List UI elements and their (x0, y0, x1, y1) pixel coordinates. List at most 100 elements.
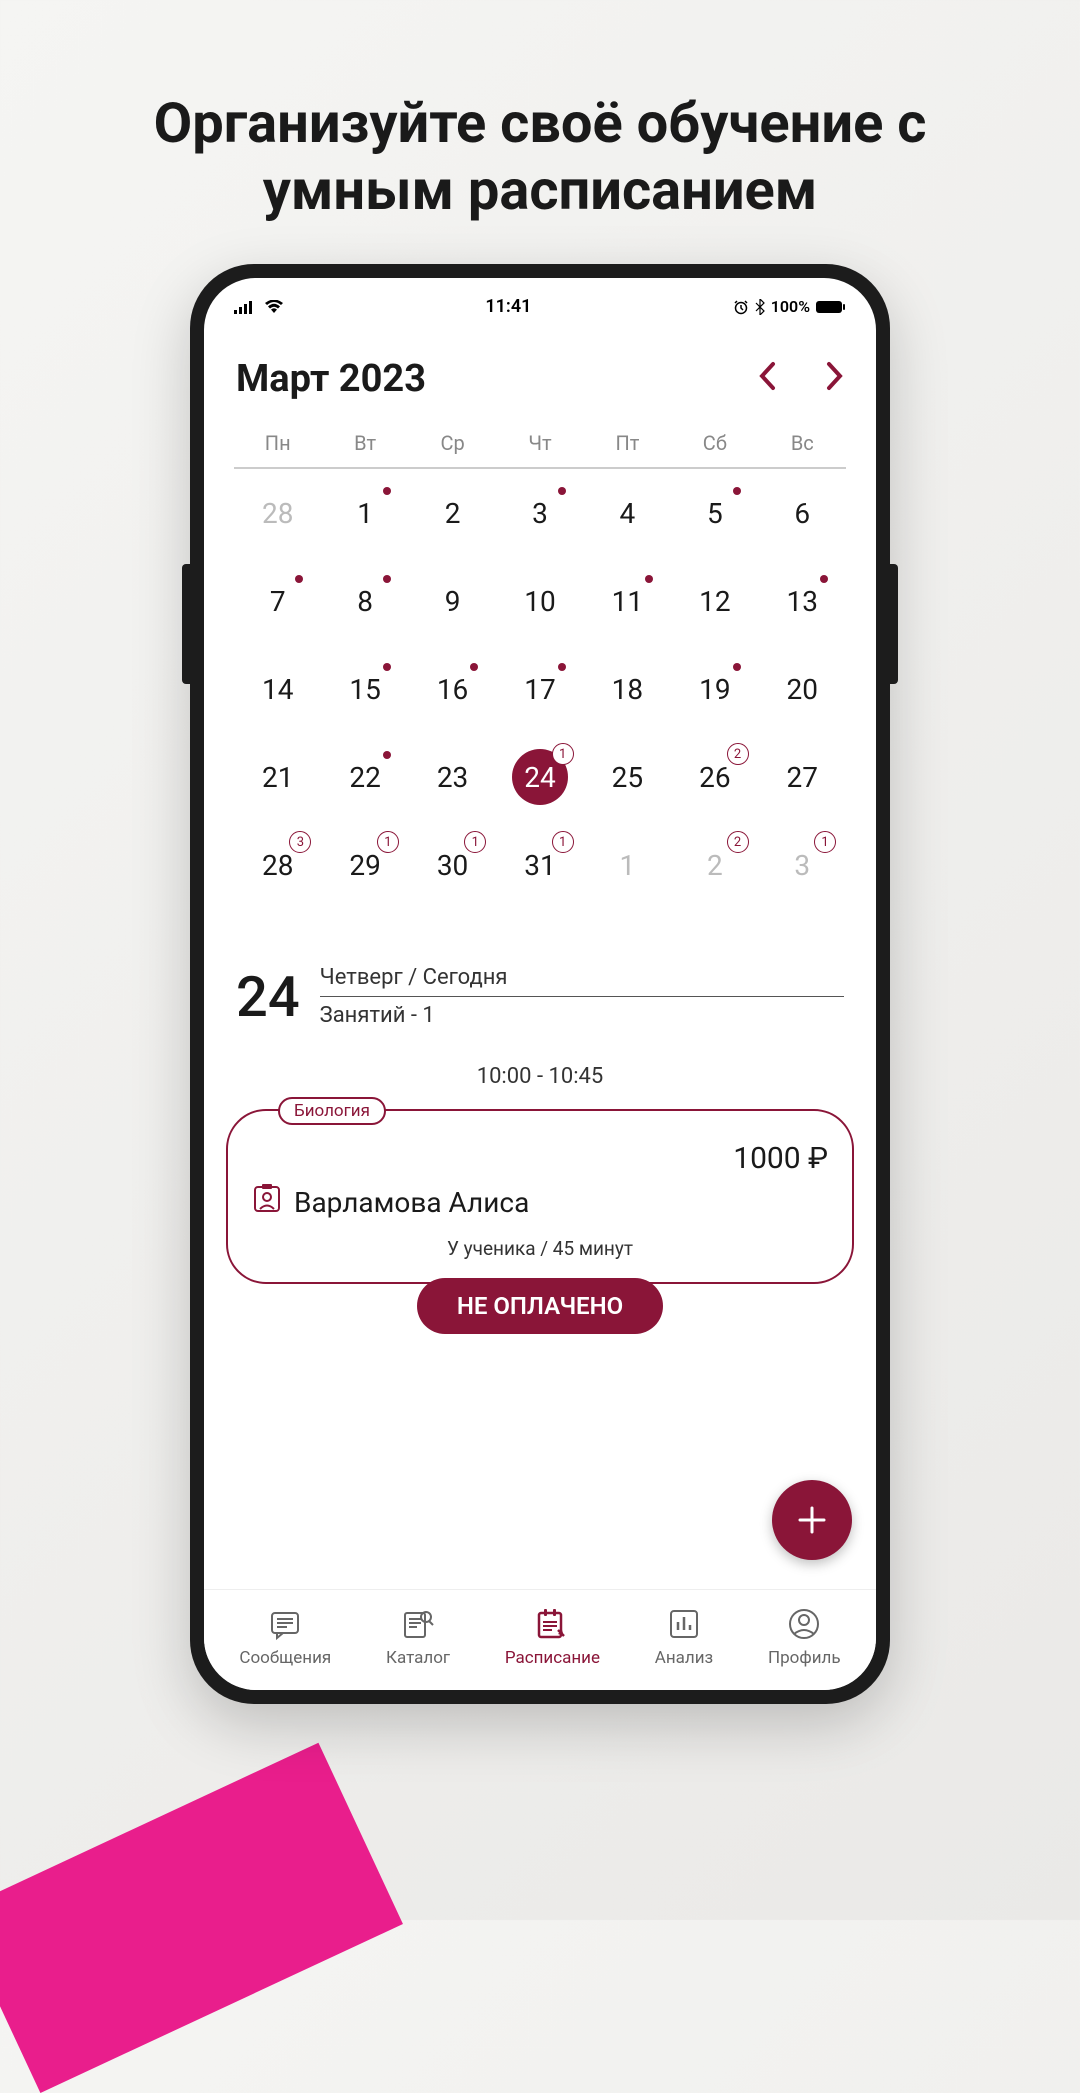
calendar-day[interactable]: 6 (759, 469, 846, 557)
subject-tag: Биология (278, 1097, 386, 1125)
event-count-badge: 2 (727, 831, 749, 853)
calendar-day[interactable]: 241 (496, 733, 583, 821)
weekday-label: Пн (234, 431, 321, 455)
calendar-day[interactable]: 17 (496, 645, 583, 733)
weekday-label: Пт (584, 431, 671, 455)
event-count-badge: 3 (289, 831, 311, 853)
calendar-day[interactable]: 18 (584, 645, 671, 733)
calendar-day[interactable]: 262 (671, 733, 758, 821)
calendar-day[interactable]: 9 (409, 557, 496, 645)
event-dot (733, 663, 741, 671)
weekday-label: Сб (671, 431, 758, 455)
calendar-day[interactable]: 2 (409, 469, 496, 557)
weekday-label: Вс (759, 431, 846, 455)
status-bar: 11:41 100% (204, 278, 876, 327)
profile-icon (786, 1606, 822, 1642)
event-dot (820, 575, 828, 583)
day-label: Четверг / Сегодня (320, 959, 844, 997)
month-title: Март 2023 (236, 357, 426, 401)
student-icon (252, 1184, 282, 1221)
lesson-price: 1000 ₽ (252, 1141, 828, 1176)
unpaid-button[interactable]: НЕ ОПЛАЧЕНО (417, 1278, 663, 1334)
phone-screen: 11:41 100% Март 2023 (204, 278, 876, 1690)
calendar-day[interactable]: 22 (671, 821, 758, 909)
calendar-day[interactable]: 4 (584, 469, 671, 557)
event-count-badge: 1 (814, 831, 836, 853)
weekday-label: Чт (496, 431, 583, 455)
calendar-day[interactable]: 3 (496, 469, 583, 557)
next-month-button[interactable] (826, 358, 844, 400)
weekday-label: Ср (409, 431, 496, 455)
calendar-day[interactable]: 1 (584, 821, 671, 909)
calendar-day[interactable]: 283 (234, 821, 321, 909)
calendar-day[interactable]: 19 (671, 645, 758, 733)
student-name: Варламова Алиса (294, 1186, 529, 1219)
battery-icon (816, 300, 846, 314)
calendar-day[interactable]: 7 (234, 557, 321, 645)
nav-catalog[interactable]: Каталог (386, 1606, 450, 1668)
nav-analysis[interactable]: Анализ (655, 1606, 713, 1668)
calendar-day[interactable]: 23 (409, 733, 496, 821)
calendar-day[interactable]: 28 (234, 469, 321, 557)
event-count-badge: 1 (377, 831, 399, 853)
calendar-day[interactable]: 8 (321, 557, 408, 645)
battery-percent: 100% (771, 297, 810, 316)
phone-frame: 11:41 100% Март 2023 (190, 264, 890, 1704)
calendar-day[interactable]: 25 (584, 733, 671, 821)
analysis-icon (666, 1606, 702, 1642)
calendar-day[interactable]: 20 (759, 645, 846, 733)
event-count-badge: 2 (727, 743, 749, 765)
calendar-day[interactable]: 1 (321, 469, 408, 557)
status-time: 11:41 (485, 296, 531, 317)
signal-icon (234, 300, 256, 314)
event-dot (733, 487, 741, 495)
calendar-day[interactable]: 12 (671, 557, 758, 645)
bluetooth-icon (755, 299, 765, 315)
event-dot (383, 575, 391, 583)
event-count-badge: 1 (464, 831, 486, 853)
wifi-icon (264, 300, 284, 314)
event-dot (383, 663, 391, 671)
calendar-day[interactable]: 15 (321, 645, 408, 733)
event-dot (558, 487, 566, 495)
calendar-day[interactable]: 311 (496, 821, 583, 909)
event-dot (470, 663, 478, 671)
event-count-badge: 1 (552, 743, 574, 765)
calendar-day[interactable]: 301 (409, 821, 496, 909)
add-button[interactable] (772, 1480, 852, 1560)
catalog-icon (400, 1606, 436, 1642)
event-count-badge: 1 (552, 831, 574, 853)
lesson-time: 10:00 - 10:45 (226, 1054, 854, 1099)
day-number: 24 (236, 964, 300, 1030)
event-dot (558, 663, 566, 671)
event-dot (383, 487, 391, 495)
event-dot (295, 575, 303, 583)
bottom-nav: Сообщения Каталог Расписание Анализ (204, 1589, 876, 1690)
day-detail: 24 Четверг / Сегодня Занятий - 1 (226, 929, 854, 1054)
prev-month-button[interactable] (758, 358, 776, 400)
calendar-day[interactable]: 291 (321, 821, 408, 909)
calendar-day[interactable]: 5 (671, 469, 758, 557)
lesson-meta: У ученика / 45 минут (252, 1237, 828, 1260)
schedule-icon (534, 1606, 570, 1642)
calendar-day[interactable]: 21 (234, 733, 321, 821)
nav-messages[interactable]: Сообщения (239, 1606, 331, 1668)
event-dot (645, 575, 653, 583)
weekday-label: Вт (321, 431, 408, 455)
lessons-count: Занятий - 1 (320, 997, 844, 1034)
background-accent (0, 1743, 403, 2093)
calendar-day[interactable]: 11 (584, 557, 671, 645)
calendar-day[interactable]: 22 (321, 733, 408, 821)
calendar-day[interactable]: 27 (759, 733, 846, 821)
calendar-day[interactable]: 13 (759, 557, 846, 645)
messages-icon (267, 1606, 303, 1642)
lesson-card[interactable]: Биология 1000 ₽ Варламова Алиса У ученик… (226, 1109, 854, 1284)
nav-profile[interactable]: Профиль (768, 1606, 841, 1668)
calendar-day[interactable]: 31 (759, 821, 846, 909)
headline: Организуйте своё обучение с умным распис… (0, 0, 1080, 264)
calendar-day[interactable]: 14 (234, 645, 321, 733)
event-dot (383, 751, 391, 759)
calendar-day[interactable]: 16 (409, 645, 496, 733)
nav-schedule[interactable]: Расписание (505, 1606, 600, 1668)
calendar-day[interactable]: 10 (496, 557, 583, 645)
